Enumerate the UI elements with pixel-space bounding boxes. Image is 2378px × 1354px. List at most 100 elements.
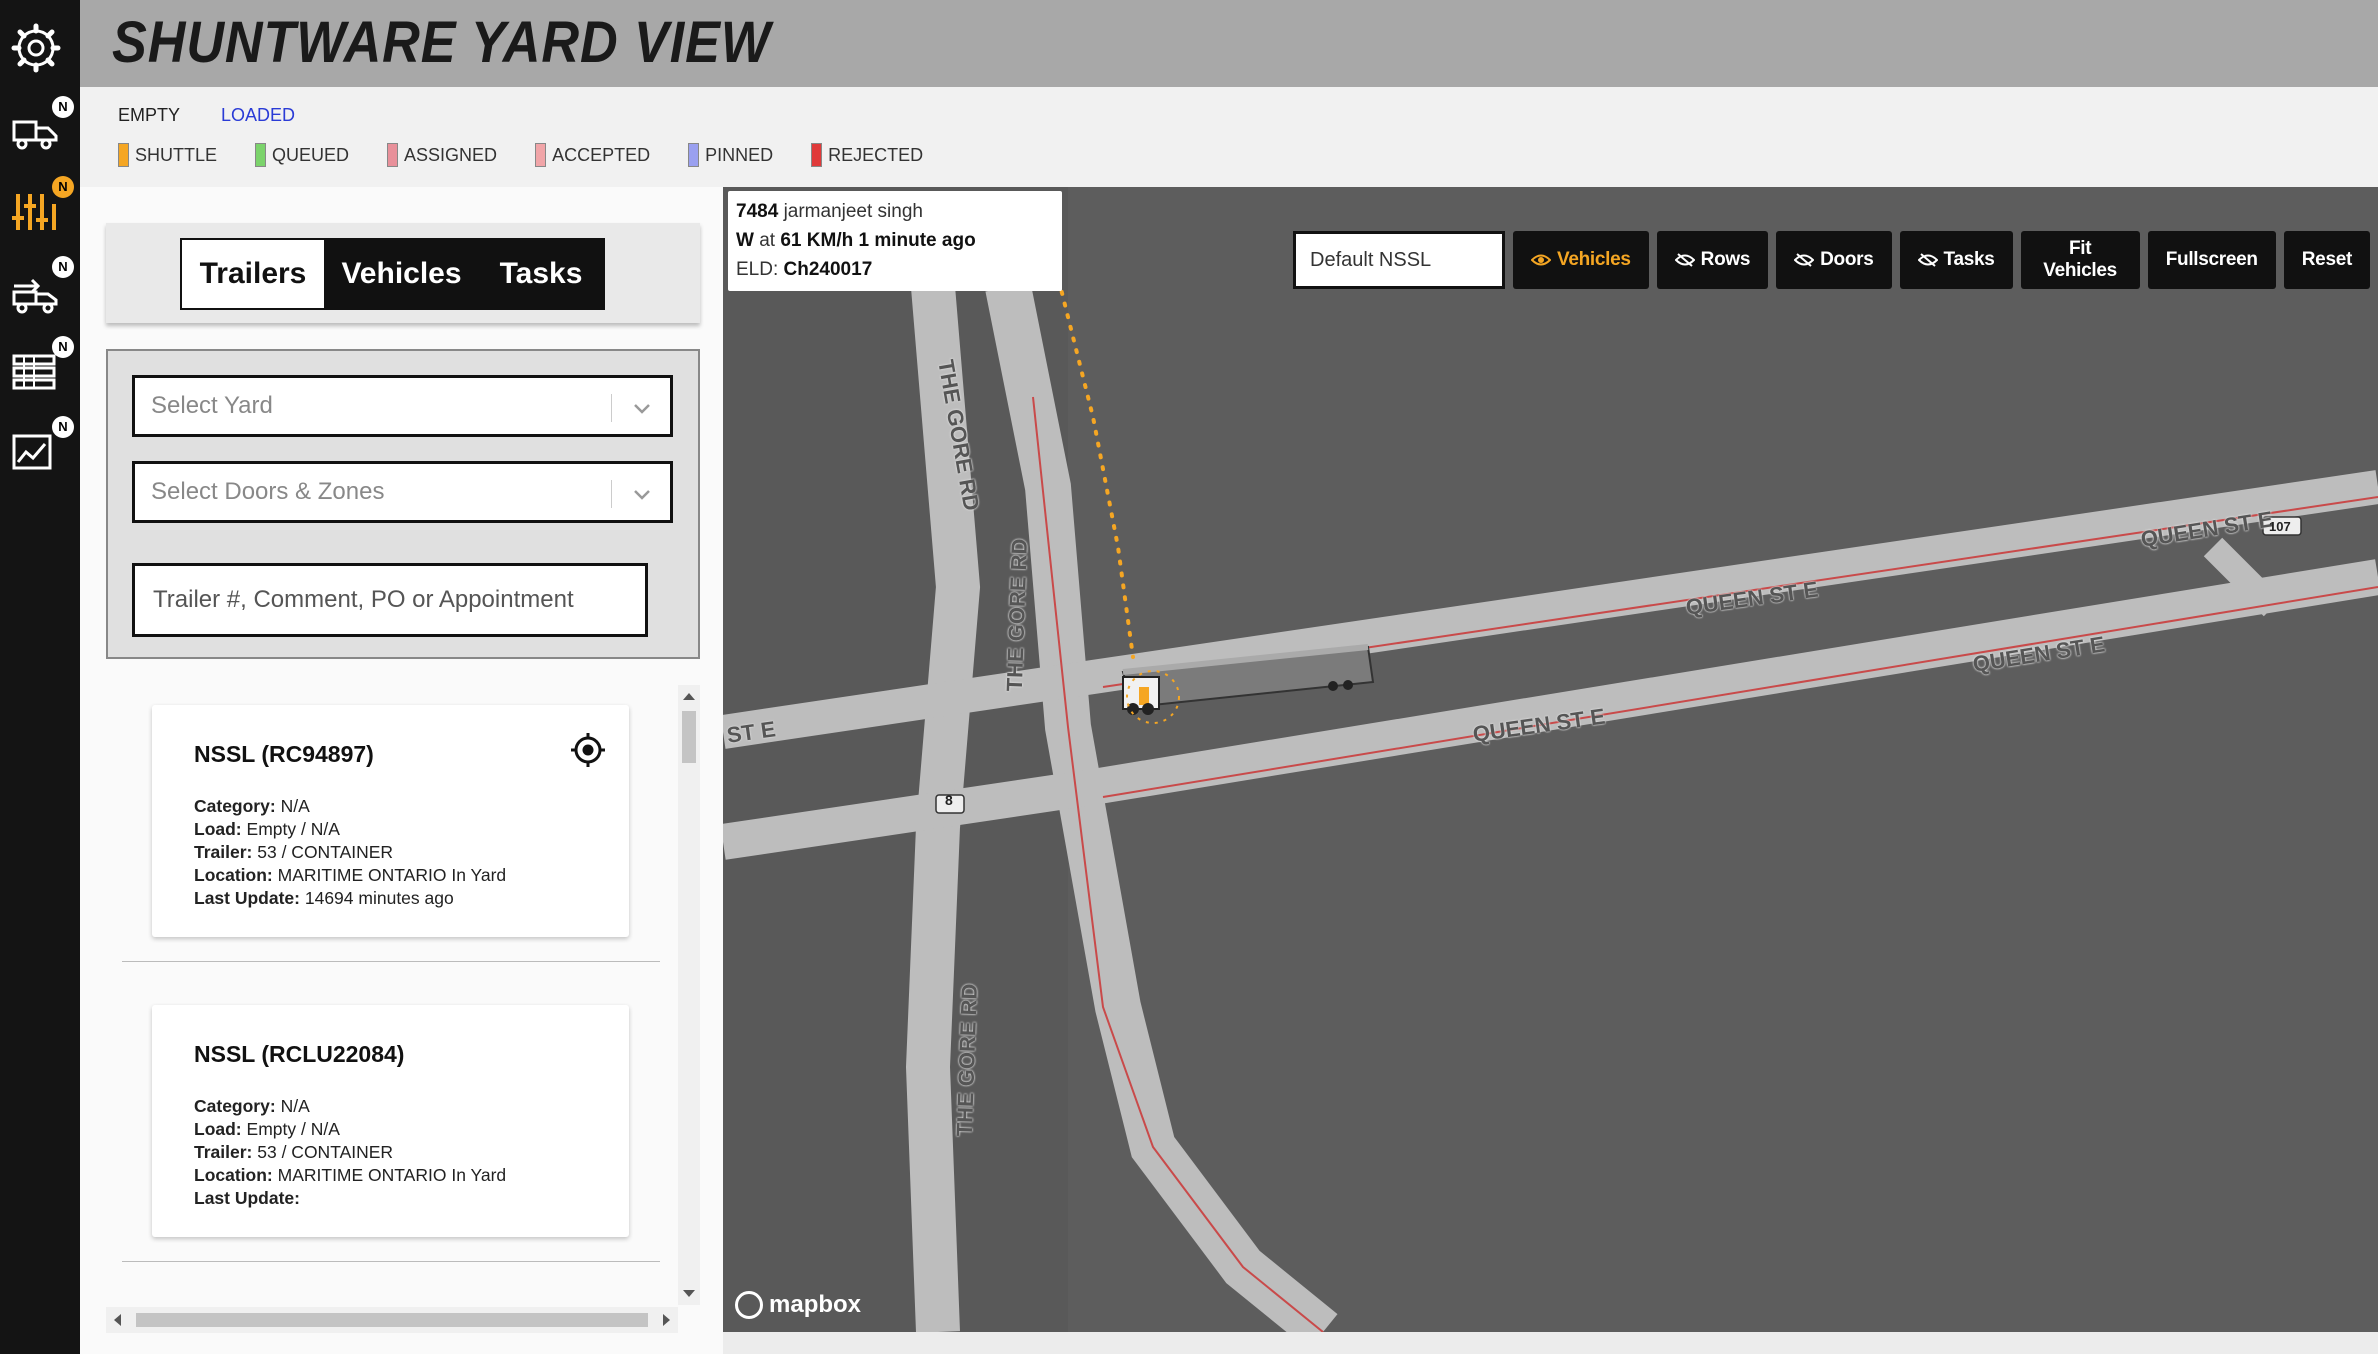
trailer-card[interactable]: NSSL (RC94897) Category: N/A Load: Empty… — [152, 705, 629, 937]
field-label: Load: — [194, 1119, 242, 1139]
mapbox-wordmark: mapbox — [769, 1291, 862, 1318]
legend-label: PINNED — [705, 144, 774, 165]
toggle-tasks-button[interactable]: Tasks — [1899, 231, 2013, 289]
field-label: Load: — [194, 819, 242, 839]
toggle-doors-button[interactable]: Doors — [1776, 231, 1892, 289]
settings-button[interactable] — [6, 18, 66, 78]
tab-panel: Trailers Vehicles Tasks — [106, 223, 700, 323]
analytics-button[interactable]: N — [6, 416, 74, 480]
field-label: Last Update: — [194, 888, 300, 908]
scroll-right-arrow[interactable] — [663, 1314, 670, 1326]
toggle-rows-button[interactable]: Rows — [1656, 231, 1769, 289]
legend-label: QUEUED — [272, 144, 350, 165]
load-legend: EMPTY LOADED — [118, 105, 331, 126]
tab-trailers[interactable]: Trailers — [182, 240, 324, 308]
nssl-input[interactable] — [1293, 231, 1505, 289]
reset-button[interactable]: Reset — [2283, 231, 2370, 289]
truck-move-button[interactable]: N — [6, 256, 74, 320]
route-shield-label: 8 — [945, 792, 953, 808]
card-divider — [122, 961, 660, 962]
doors-zones-select[interactable]: Select Doors & Zones — [132, 461, 673, 523]
rejected-swatch — [811, 143, 823, 167]
select-separator — [611, 480, 612, 508]
select-separator — [611, 394, 612, 422]
map-bottom-strip — [723, 1332, 2378, 1354]
category-value: N/A — [280, 796, 310, 816]
chevron-down-icon[interactable] — [630, 396, 654, 420]
button-label: Vehicles — [1557, 249, 1631, 270]
eld-label: ELD: — [736, 259, 779, 280]
rail-badge: N — [52, 176, 74, 198]
scroll-down-arrow[interactable] — [683, 1290, 695, 1297]
vehicle-time-ago: 1 minute ago — [858, 230, 976, 251]
field-label: Location: — [194, 1165, 273, 1185]
legend-empty: EMPTY — [118, 105, 181, 125]
horizontal-scrollbar[interactable] — [106, 1307, 678, 1333]
field-label: Trailer: — [194, 842, 253, 862]
legend-shuttle: SHUTTLE — [118, 143, 217, 167]
legend-queued: QUEUED — [255, 143, 349, 167]
trailer-card-title: NSSL (RC94897) — [194, 741, 374, 767]
load-value: Empty / N/A — [246, 819, 340, 839]
mapbox-logo-icon — [735, 1291, 763, 1319]
dispatch-button[interactable]: N — [6, 96, 74, 160]
locate-target-icon[interactable] — [569, 731, 607, 769]
fullscreen-button[interactable]: Fullscreen — [2147, 231, 2276, 289]
toggle-vehicles-button[interactable]: Vehicles — [1513, 231, 1649, 289]
scroll-thumb[interactable] — [136, 1313, 648, 1327]
legend-pinned: PINNED — [688, 143, 773, 167]
list-button[interactable]: N — [6, 336, 74, 400]
field-label: Location: — [194, 865, 273, 885]
legend-loaded: LOADED — [221, 105, 296, 125]
legend-label: ACCEPTED — [552, 144, 651, 165]
app-root: N N N N N SHUNTWARE YARD VIEW EMPTY LOAD… — [0, 0, 2378, 1354]
eye-off-icon — [1674, 253, 1695, 267]
nav-rail: N N N N N — [0, 0, 80, 1354]
app-header: SHUNTWARE YARD VIEW — [80, 0, 2378, 87]
fit-vehicles-button[interactable]: Fit Vehicles — [2020, 231, 2140, 289]
eye-icon — [1531, 254, 1551, 266]
field-label: Category: — [194, 796, 276, 816]
gear-icon — [11, 23, 61, 73]
queued-swatch — [255, 143, 267, 167]
load-value: Empty / N/A — [246, 1119, 340, 1139]
speed-prefix: at — [759, 230, 776, 251]
road-layer — [723, 187, 2378, 1332]
button-label: Tasks — [1943, 249, 1995, 270]
scroll-up-arrow[interactable] — [683, 693, 695, 700]
status-legend-row: SHUTTLE QUEUED ASSIGNED ACCEPTED PINNED … — [118, 143, 961, 167]
yard-map[interactable]: THE GORE RD THE GORE RD THE GORE RD QUEE… — [723, 187, 2378, 1332]
yard-select[interactable]: Select Yard — [132, 375, 673, 437]
eld-value: Ch240017 — [783, 259, 873, 280]
legend-assigned: ASSIGNED — [387, 143, 497, 167]
pinned-swatch — [688, 143, 700, 167]
mapbox-attribution[interactable]: mapbox — [735, 1291, 861, 1319]
filter-panel: Select Yard Select Doors & Zones — [106, 349, 700, 659]
vehicle-unit: 7484 — [736, 201, 779, 222]
driver-name: jarmanjeet singh — [783, 201, 923, 222]
trailer-search-input[interactable] — [132, 563, 648, 637]
legend-label: ASSIGNED — [404, 144, 498, 165]
card-divider — [122, 1261, 660, 1262]
trailer-card-fields: Category: N/A Load: Empty / N/A Trailer:… — [194, 795, 506, 910]
accepted-swatch — [535, 143, 547, 167]
tab-tasks[interactable]: Tasks — [479, 240, 603, 308]
scroll-thumb[interactable] — [682, 711, 696, 763]
chevron-down-icon[interactable] — [630, 482, 654, 506]
rail-badge: N — [52, 336, 74, 358]
scroll-left-arrow[interactable] — [114, 1314, 121, 1326]
trailer-value: 53 / CONTAINER — [257, 1142, 394, 1162]
location-value: MARITIME ONTARIO In Yard — [277, 1165, 507, 1185]
location-value: MARITIME ONTARIO In Yard — [277, 865, 507, 885]
vehicle-speed: 61 KM/h — [780, 230, 854, 251]
road-label: THE GORE RD — [951, 983, 983, 1137]
road-label: THE GORE RD — [1001, 538, 1033, 692]
shuttle-swatch — [118, 143, 129, 167]
yard-equalizer-button[interactable]: N — [6, 176, 74, 240]
legend-rejected: REJECTED — [811, 143, 923, 167]
trailer-card[interactable]: NSSL (RCLU22084) Category: N/A Load: Emp… — [152, 1005, 629, 1237]
vertical-scrollbar[interactable] — [678, 685, 700, 1305]
rail-badge: N — [52, 96, 74, 118]
trailer-value: 53 / CONTAINER — [257, 842, 394, 862]
tab-vehicles[interactable]: Vehicles — [324, 240, 479, 308]
